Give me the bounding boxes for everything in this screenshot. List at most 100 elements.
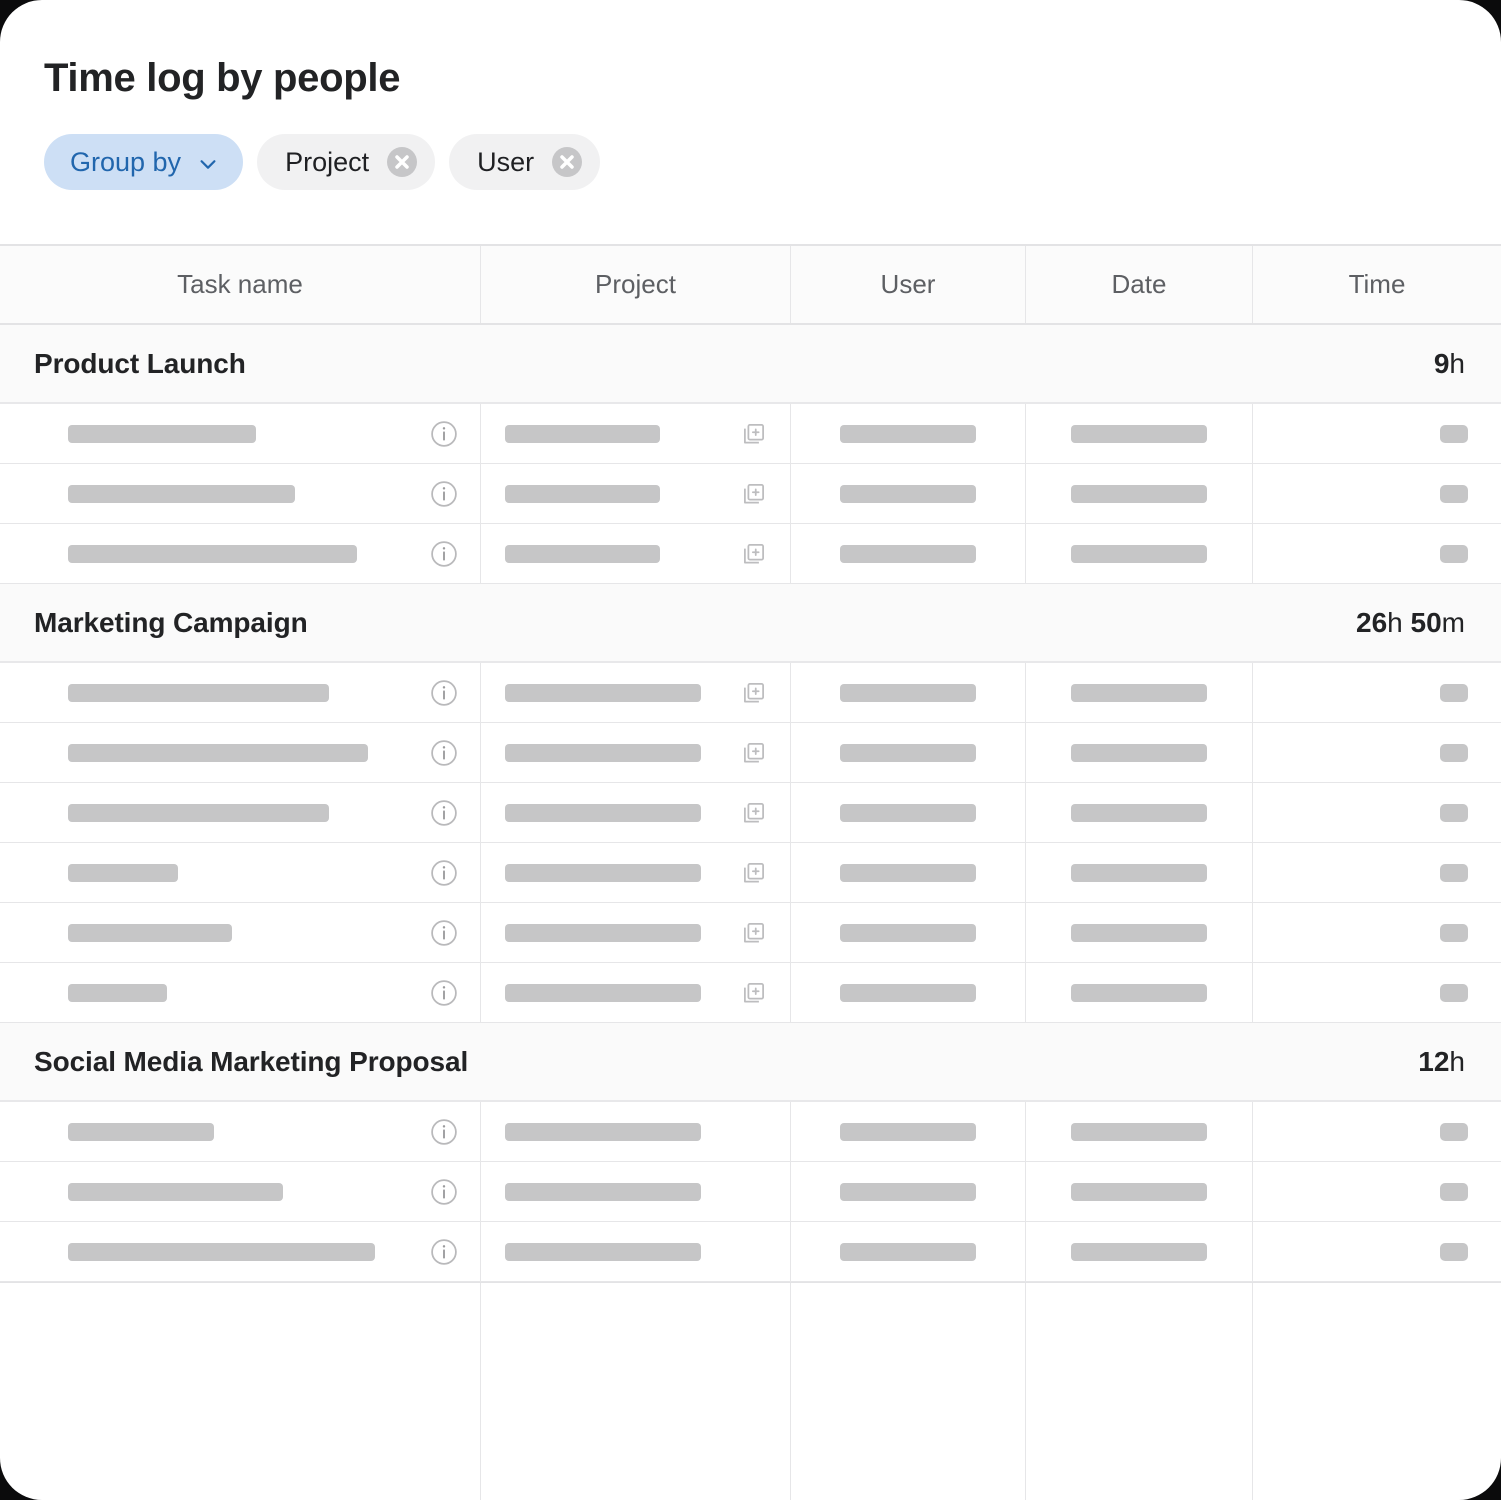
cell-date[interactable]	[1026, 404, 1253, 463]
duplicate-add-icon[interactable]	[740, 919, 768, 947]
cell-project[interactable]	[481, 1222, 791, 1281]
cell-user[interactable]	[791, 1102, 1026, 1161]
cell-time[interactable]	[1253, 963, 1501, 1022]
cell-time[interactable]	[1253, 524, 1501, 583]
cell-task-name[interactable]	[0, 783, 481, 842]
cell-date[interactable]	[1026, 903, 1253, 962]
cell-user[interactable]	[791, 404, 1026, 463]
cell-task-name[interactable]	[0, 1102, 481, 1161]
info-circle-icon[interactable]	[430, 1178, 458, 1206]
column-header-date[interactable]: Date	[1026, 246, 1253, 323]
cell-user[interactable]	[791, 1162, 1026, 1221]
group-header-row[interactable]: Product Launch 9h	[0, 325, 1501, 404]
cell-user[interactable]	[791, 663, 1026, 722]
cell-user[interactable]	[791, 524, 1026, 583]
cell-date[interactable]	[1026, 1162, 1253, 1221]
cell-project[interactable]	[481, 524, 791, 583]
group-header-row[interactable]: Social Media Marketing Proposal 12h	[0, 1023, 1501, 1102]
close-circle-icon[interactable]	[387, 147, 418, 177]
table-row[interactable]	[0, 783, 1501, 843]
info-circle-icon[interactable]	[430, 540, 458, 568]
cell-project[interactable]	[481, 663, 791, 722]
cell-user[interactable]	[791, 963, 1026, 1022]
info-circle-icon[interactable]	[430, 739, 458, 767]
duplicate-add-icon[interactable]	[740, 799, 768, 827]
group-header-row[interactable]: Marketing Campaign 26h 50m	[0, 584, 1501, 663]
cell-project[interactable]	[481, 464, 791, 523]
cell-time[interactable]	[1253, 783, 1501, 842]
cell-task-name[interactable]	[0, 963, 481, 1022]
info-circle-icon[interactable]	[430, 979, 458, 1007]
cell-date[interactable]	[1026, 1222, 1253, 1281]
info-circle-icon[interactable]	[430, 1238, 458, 1266]
cell-task-name[interactable]	[0, 843, 481, 902]
duplicate-add-icon[interactable]	[740, 480, 768, 508]
cell-project[interactable]	[481, 404, 791, 463]
cell-date[interactable]	[1026, 963, 1253, 1022]
cell-task-name[interactable]	[0, 1222, 481, 1281]
cell-project[interactable]	[481, 783, 791, 842]
cell-time[interactable]	[1253, 1222, 1501, 1281]
column-header-project[interactable]: Project	[481, 246, 791, 323]
cell-time[interactable]	[1253, 464, 1501, 523]
cell-date[interactable]	[1026, 663, 1253, 722]
duplicate-add-icon[interactable]	[740, 540, 768, 568]
cell-time[interactable]	[1253, 663, 1501, 722]
cell-task-name[interactable]	[0, 524, 481, 583]
cell-user[interactable]	[791, 783, 1026, 842]
duplicate-add-icon[interactable]	[740, 420, 768, 448]
cell-time[interactable]	[1253, 903, 1501, 962]
info-circle-icon[interactable]	[430, 799, 458, 827]
cell-user[interactable]	[791, 903, 1026, 962]
cell-project[interactable]	[481, 963, 791, 1022]
table-row[interactable]	[0, 843, 1501, 903]
filter-chip-user[interactable]: User	[449, 134, 601, 190]
close-circle-icon[interactable]	[552, 147, 583, 177]
table-row[interactable]	[0, 1162, 1501, 1222]
table-row[interactable]	[0, 1222, 1501, 1282]
duplicate-add-icon[interactable]	[740, 979, 768, 1007]
cell-task-name[interactable]	[0, 903, 481, 962]
table-row[interactable]	[0, 723, 1501, 783]
cell-time[interactable]	[1253, 723, 1501, 782]
info-circle-icon[interactable]	[430, 480, 458, 508]
column-header-user[interactable]: User	[791, 246, 1026, 323]
cell-task-name[interactable]	[0, 464, 481, 523]
cell-project[interactable]	[481, 1162, 791, 1221]
info-circle-icon[interactable]	[430, 679, 458, 707]
table-row[interactable]	[0, 663, 1501, 723]
column-header-time[interactable]: Time	[1253, 246, 1501, 323]
cell-project[interactable]	[481, 903, 791, 962]
info-circle-icon[interactable]	[430, 1118, 458, 1146]
cell-date[interactable]	[1026, 783, 1253, 842]
cell-user[interactable]	[791, 464, 1026, 523]
group-by-button[interactable]: Group by	[44, 134, 244, 190]
table-row[interactable]	[0, 1102, 1501, 1162]
duplicate-add-icon[interactable]	[740, 739, 768, 767]
column-header-task-name[interactable]: Task name	[0, 246, 481, 323]
cell-task-name[interactable]	[0, 1162, 481, 1221]
cell-task-name[interactable]	[0, 663, 481, 722]
info-circle-icon[interactable]	[430, 420, 458, 448]
cell-project[interactable]	[481, 1102, 791, 1161]
table-row[interactable]	[0, 464, 1501, 524]
cell-date[interactable]	[1026, 1102, 1253, 1161]
cell-date[interactable]	[1026, 524, 1253, 583]
table-row[interactable]	[0, 404, 1501, 464]
cell-project[interactable]	[481, 843, 791, 902]
filter-chip-project[interactable]: Project	[257, 134, 436, 190]
cell-time[interactable]	[1253, 1102, 1501, 1161]
duplicate-add-icon[interactable]	[740, 859, 768, 887]
info-circle-icon[interactable]	[430, 919, 458, 947]
cell-user[interactable]	[791, 723, 1026, 782]
table-row[interactable]	[0, 903, 1501, 963]
cell-time[interactable]	[1253, 404, 1501, 463]
cell-user[interactable]	[791, 843, 1026, 902]
cell-task-name[interactable]	[0, 404, 481, 463]
table-row[interactable]	[0, 524, 1501, 584]
duplicate-add-icon[interactable]	[740, 679, 768, 707]
cell-time[interactable]	[1253, 843, 1501, 902]
cell-project[interactable]	[481, 723, 791, 782]
cell-time[interactable]	[1253, 1162, 1501, 1221]
cell-user[interactable]	[791, 1222, 1026, 1281]
